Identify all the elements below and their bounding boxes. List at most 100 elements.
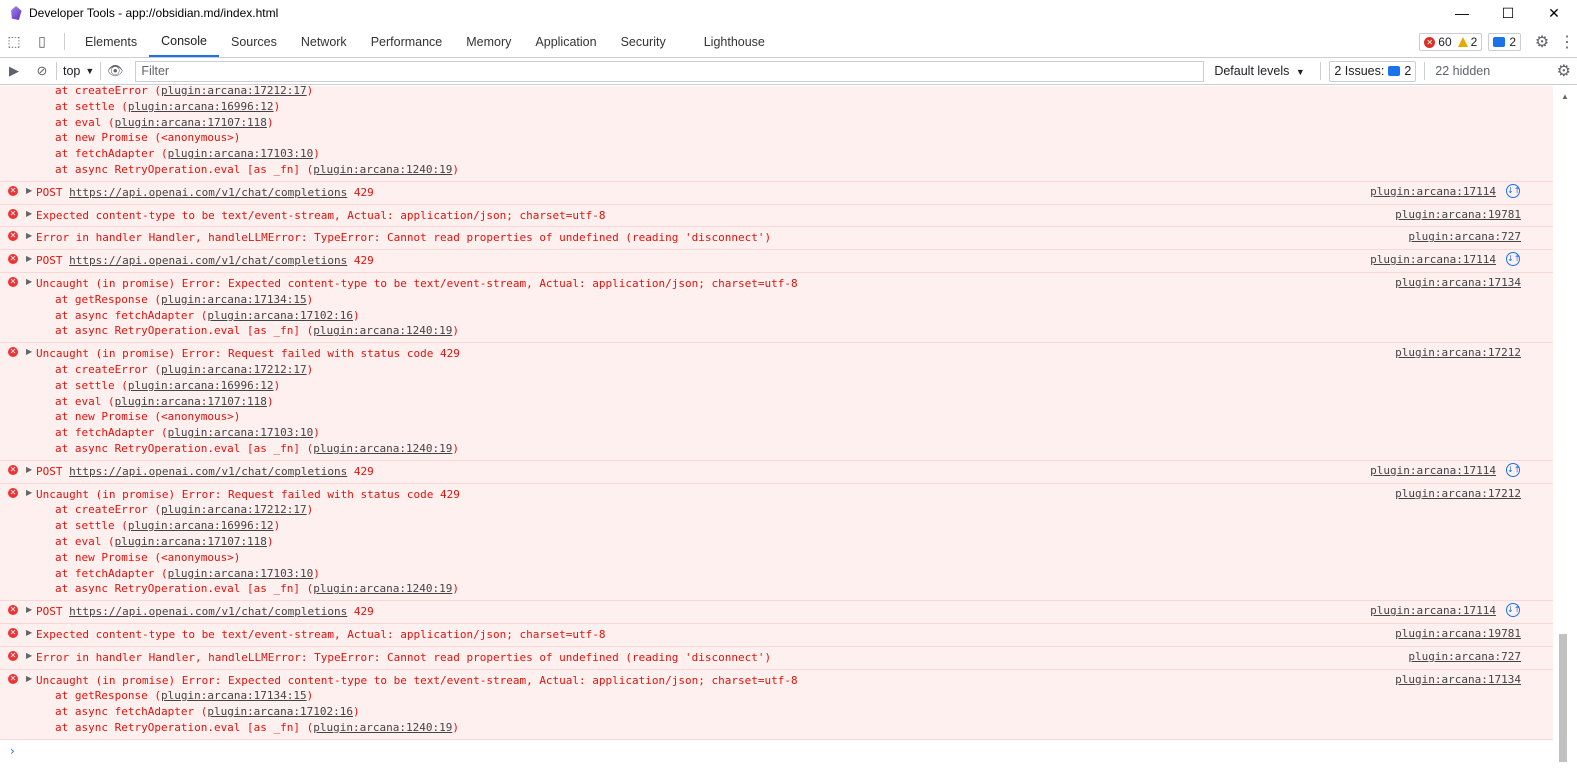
console-error-entry[interactable]: ✕ ▶ Error in handler Handler, handleLLMErr…: [0, 227, 1553, 251]
source-link[interactable]: https://api.openai.com/v1/chat/completio…: [69, 605, 347, 618]
message-text: at settle (: [55, 519, 128, 533]
source-location-link[interactable]: plugin:arcana:17212: [1395, 346, 1521, 359]
context-selector[interactable]: top ▼: [57, 64, 100, 78]
settings-gear-icon[interactable]: ⚙: [1527, 32, 1557, 52]
source-location-link[interactable]: plugin:arcana:17114: [1370, 464, 1496, 477]
network-request-icon[interactable]: ↓↑: [1506, 462, 1520, 477]
source-link[interactable]: plugin:arcana:17212:17: [161, 503, 307, 516]
console-error-entry[interactable]: ✕ ▶ POST https://api.openai.com/v1/chat/co…: [0, 601, 1553, 624]
network-request-icon[interactable]: ↓↑: [1506, 183, 1520, 198]
source-link[interactable]: https://api.openai.com/v1/chat/completio…: [69, 186, 347, 199]
expand-triangle-icon[interactable]: ▶: [26, 651, 32, 660]
scrollbar-thumb[interactable]: [1559, 634, 1567, 762]
source-link[interactable]: https://api.openai.com/v1/chat/completio…: [69, 254, 347, 267]
source-link[interactable]: plugin:arcana:17107:118: [115, 116, 267, 129]
console-error-entry[interactable]: ✕ ▶ Expected content-type to be text/event…: [0, 623, 1553, 647]
source-link[interactable]: plugin:arcana:16996:12: [128, 379, 274, 392]
source-link[interactable]: plugin:arcana:17212:17: [161, 86, 307, 97]
filter-input[interactable]: [135, 60, 1205, 82]
console-error-entry[interactable]: ✕ ▶ Uncaught (in promise) Error: Expected …: [0, 669, 1553, 740]
tab-lighthouse[interactable]: Lighthouse: [692, 26, 777, 57]
console-error-entry[interactable]: ✕ ▶ Uncaught (in promise) Error: Request f…: [0, 483, 1553, 602]
console-error-entry[interactable]: ✕ ▶ Expected content-type to be text/event…: [0, 204, 1553, 228]
source-link[interactable]: plugin:arcana:17102:16: [207, 705, 353, 718]
expand-triangle-icon[interactable]: ▶: [26, 254, 32, 263]
console-error-entry[interactable]: ✕ ▶ Uncaught (in promise) Error: Expected …: [0, 272, 1553, 344]
issues-counter[interactable]: 2: [1488, 33, 1521, 51]
expand-triangle-icon[interactable]: ▶: [26, 628, 32, 637]
device-toolbar-icon[interactable]: ▯: [28, 26, 56, 57]
tab-performance[interactable]: Performance: [359, 26, 455, 57]
maximize-button[interactable]: ☐: [1485, 0, 1531, 26]
expand-triangle-icon[interactable]: ▶: [26, 674, 32, 683]
source-link[interactable]: plugin:arcana:17134:15: [161, 293, 307, 306]
source-link[interactable]: plugin:arcana:16996:12: [128, 100, 274, 113]
issues-button[interactable]: 2 Issues: 2: [1329, 60, 1417, 82]
source-link[interactable]: plugin:arcana:17107:118: [115, 395, 267, 408]
console-prompt-input[interactable]: ›: [0, 740, 1553, 762]
sidebar-toggle-icon[interactable]: ▶: [0, 63, 28, 79]
stack-frame: at createError (plugin:arcana:17212:17): [36, 86, 1553, 99]
expand-triangle-icon[interactable]: ▶: [26, 605, 32, 614]
expand-triangle-icon[interactable]: ▶: [26, 209, 32, 218]
scrollbar[interactable]: ▲: [1553, 86, 1577, 777]
source-link[interactable]: plugin:arcana:17134:15: [161, 689, 307, 702]
console-error-entry[interactable]: ✕ ▶ POST https://api.openai.com/v1/chat/co…: [0, 181, 1553, 205]
tab-sources[interactable]: Sources: [219, 26, 289, 57]
console-error-entry[interactable]: ✕ ▶ POST https://api.openai.com/v1/chat/co…: [0, 460, 1553, 484]
source-link[interactable]: plugin:arcana:1240:19: [313, 442, 452, 455]
console-settings-gear-icon[interactable]: ⚙: [1557, 61, 1571, 81]
expand-triangle-icon[interactable]: ▶: [26, 231, 32, 240]
tab-elements[interactable]: Elements: [73, 26, 149, 57]
source-location-link[interactable]: plugin:arcana:727: [1408, 230, 1521, 243]
eye-icon[interactable]: 👁: [101, 63, 129, 79]
tab-network[interactable]: Network: [289, 26, 359, 57]
tab-security[interactable]: Security: [609, 26, 678, 57]
console-error-entry[interactable]: ✕ ▶ Uncaught (in promise) Error: Request f…: [0, 343, 1553, 461]
stack-frame: at eval (plugin:arcana:17107:118): [36, 534, 1553, 550]
source-link[interactable]: plugin:arcana:1240:19: [313, 582, 452, 595]
source-location-link[interactable]: plugin:arcana:17212: [1395, 487, 1521, 500]
source-link[interactable]: plugin:arcana:1240:19: [313, 324, 452, 337]
expand-triangle-icon[interactable]: ▶: [26, 347, 32, 356]
log-levels-dropdown[interactable]: Default levels ▼: [1214, 64, 1320, 78]
tab-console[interactable]: Console: [149, 26, 219, 57]
expand-triangle-icon[interactable]: ▶: [26, 186, 32, 195]
source-location-link[interactable]: plugin:arcana:17114: [1370, 604, 1496, 617]
error-warning-counter[interactable]: ✕ 60 2: [1419, 33, 1483, 51]
more-options-icon[interactable]: ⋮: [1557, 32, 1577, 52]
source-location-link[interactable]: plugin:arcana:17114: [1370, 185, 1496, 198]
source-link[interactable]: plugin:arcana:17103:10: [168, 426, 314, 439]
source-location-link[interactable]: plugin:arcana:17114: [1370, 253, 1496, 266]
source-location-link[interactable]: plugin:arcana:19781: [1395, 627, 1521, 640]
source-location-link[interactable]: plugin:arcana:19781: [1395, 208, 1521, 221]
chevron-down-icon: ▼: [85, 66, 95, 76]
source-link[interactable]: plugin:arcana:17212:17: [161, 363, 307, 376]
tab-memory[interactable]: Memory: [454, 26, 523, 57]
expand-triangle-icon[interactable]: ▶: [26, 465, 32, 474]
source-location-link[interactable]: plugin:arcana:17134: [1395, 276, 1521, 289]
clear-console-icon[interactable]: ⊘: [28, 63, 56, 79]
minimize-button[interactable]: —: [1439, 0, 1485, 26]
tab-application[interactable]: Application: [523, 26, 608, 57]
inspect-element-icon[interactable]: ⬚: [0, 26, 28, 57]
network-request-icon[interactable]: ↓↑: [1506, 603, 1520, 618]
source-link[interactable]: plugin:arcana:16996:12: [128, 519, 274, 532]
error-icon: ✕: [8, 605, 18, 616]
source-link[interactable]: plugin:arcana:1240:19: [313, 721, 452, 734]
source-location-link[interactable]: plugin:arcana:17134: [1395, 673, 1521, 686]
source-location-link[interactable]: plugin:arcana:727: [1408, 650, 1521, 663]
source-link[interactable]: plugin:arcana:17103:10: [168, 567, 314, 580]
console-error-entry[interactable]: ✕ ▶ Error in handler Handler, handleLLMErr…: [0, 646, 1553, 670]
source-link[interactable]: plugin:arcana:17103:10: [168, 147, 314, 160]
scroll-up-arrow-icon[interactable]: ▲: [1561, 92, 1569, 101]
source-link[interactable]: plugin:arcana:1240:19: [313, 163, 452, 176]
console-error-entry[interactable]: ✕ ▶ POST https://api.openai.com/v1/chat/co…: [0, 250, 1553, 273]
source-link[interactable]: plugin:arcana:17107:118: [115, 535, 267, 548]
source-link[interactable]: https://api.openai.com/v1/chat/completio…: [69, 465, 347, 478]
expand-triangle-icon[interactable]: ▶: [26, 277, 32, 286]
source-link[interactable]: plugin:arcana:17102:16: [207, 309, 353, 322]
expand-triangle-icon[interactable]: ▶: [26, 488, 32, 497]
close-button[interactable]: ✕: [1531, 0, 1577, 26]
error-message: Uncaught (in promise) Error: Request fai…: [36, 487, 1553, 503]
